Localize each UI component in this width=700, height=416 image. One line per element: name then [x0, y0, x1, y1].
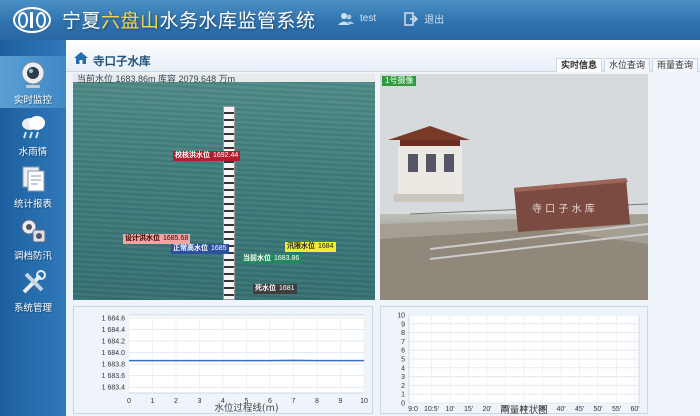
x-tick-label: 0 — [127, 398, 131, 405]
sidebar-item-statistics-report[interactable]: 统计报表 — [0, 160, 66, 212]
user-area: test 退出 — [338, 11, 444, 26]
main-panel: 寺口子水库 实时信息 水位查询 雨量查询 当前水位 1683.86m 库容 20… — [66, 40, 700, 416]
tab-realtime-info[interactable]: 实时信息 — [555, 58, 602, 72]
camera-icon — [21, 61, 45, 88]
staff-gauge — [223, 106, 235, 300]
tab-bar: 实时信息 水位查询 雨量查询 — [554, 58, 698, 72]
x-tick-label: 10:5' — [424, 406, 439, 413]
flood-limit-level-label: 汛限水位 1684 — [285, 242, 336, 252]
x-tick-label: 20' — [482, 406, 491, 413]
x-tick-label: 45' — [575, 406, 584, 413]
logout-link[interactable]: 退出 — [424, 11, 444, 26]
sidebar-item-rain-water[interactable]: 水雨情 — [0, 108, 66, 160]
y-tick-label: 9 — [401, 321, 405, 328]
sidebar-item-flood-control[interactable]: 调档防汛 — [0, 212, 66, 264]
dead-level-label: 死水位 1681 — [253, 284, 297, 294]
sidebar: 实时监控 水雨情 统计报表 调档防汛 系统管理 — [0, 40, 66, 416]
rainfall-chart: 0 1 2 3 4 5 6 7 8 9 10 9:0 10:5' 10' 15' 20' 25' 30' 35' 40… — [380, 306, 648, 415]
y-tick-label: 5 — [401, 357, 405, 364]
x-tick-label: 15' — [464, 406, 473, 413]
y-tick-label: 1 684.0 — [102, 350, 125, 357]
tab-rainfall-query[interactable]: 雨量查询 — [651, 58, 698, 72]
app-title: 宁夏六盘山水务水库监管系统 — [62, 10, 316, 32]
tools-icon — [22, 270, 46, 294]
y-tick-label: 1 684.4 — [102, 327, 125, 334]
svg-text:寺 口 子 水 库: 寺 口 子 水 库 — [532, 202, 595, 215]
x-tick-label: 40' — [556, 406, 565, 413]
y-tick-label: 10 — [397, 313, 405, 320]
main-header: 寺口子水库 实时信息 水位查询 雨量查询 — [66, 40, 700, 72]
chart-title: 雨量柱状图 — [500, 404, 548, 415]
water-level-caption: 当前水位 1683.86m 库容 2079.648 万m — [77, 74, 236, 84]
flood-control-icon — [21, 219, 46, 243]
x-tick-label: 7 — [292, 398, 296, 405]
water-level-chart: 1 683.4 1 683.6 1 683.8 1 684.0 1 684.2 1 684… — [73, 306, 373, 414]
y-tick-label: 4 — [401, 365, 405, 372]
y-tick-label: 1 — [401, 392, 405, 399]
x-tick-label: 10' — [445, 406, 454, 413]
rain-cloud-icon — [22, 116, 45, 139]
report-icon — [22, 166, 45, 192]
y-tick-label: 0 — [401, 401, 405, 408]
top-header: 宁夏六盘山水务水库监管系统 test 退出 — [0, 0, 700, 40]
y-tick-label: 1 684.6 — [102, 315, 125, 322]
y-tick-label: 1 683.8 — [102, 362, 125, 369]
reservoir-scene-image: 寺 口 子 水 库 — [380, 74, 648, 300]
x-tick-label: 1 — [151, 398, 155, 405]
logout-icon[interactable] — [404, 11, 419, 26]
design-flood-level-label: 设计洪水位 1685.68 — [123, 234, 191, 244]
sidebar-item-realtime-monitor[interactable]: 实时监控 — [0, 56, 66, 108]
x-tick-label: 9:0 — [408, 406, 418, 413]
y-tick-label: 3 — [401, 374, 405, 381]
reservoir-scene-video[interactable]: 寺 口 子 水 库 1号摄像 — [380, 74, 648, 300]
tab-water-level-query[interactable]: 水位查询 — [603, 58, 650, 72]
x-tick-label: 50' — [593, 406, 602, 413]
home-icon[interactable] — [74, 52, 88, 64]
x-tick-label: 3 — [198, 398, 202, 405]
normal-high-level-label: 正常高水位 1685 — [171, 244, 229, 254]
water-gauge-video[interactable]: 当前水位 1683.86m 库容 2079.648 万m 校核洪水位 1692.4… — [73, 74, 375, 300]
y-tick-label: 1 683.6 — [102, 373, 125, 380]
y-tick-label: 2 — [401, 383, 405, 390]
chart-title: 水位过程线(m) — [214, 402, 278, 414]
app-logo-icon — [13, 7, 51, 33]
check-flood-level-label: 校核洪水位 1692.44 — [173, 151, 241, 161]
y-tick-label: 7 — [401, 339, 405, 346]
x-tick-label: 8 — [315, 398, 319, 405]
x-tick-label: 9 — [339, 398, 343, 405]
username: test — [360, 13, 377, 24]
y-tick-label: 1 683.4 — [102, 385, 125, 392]
camera-badge: 1号摄像 — [382, 76, 417, 86]
y-tick-label: 8 — [401, 330, 405, 337]
y-tick-label: 1 684.2 — [102, 339, 125, 346]
x-tick-label: 60' — [630, 406, 639, 413]
x-tick-label: 55' — [612, 406, 621, 413]
sidebar-item-system-management[interactable]: 系统管理 — [0, 264, 66, 316]
current-level-label: 当前水位 1683.86 — [241, 254, 302, 264]
x-tick-label: 10 — [360, 398, 368, 405]
users-icon — [338, 12, 354, 25]
page-title: 寺口子水库 — [93, 56, 151, 68]
x-tick-label: 2 — [174, 398, 178, 405]
y-tick-label: 6 — [401, 348, 405, 355]
